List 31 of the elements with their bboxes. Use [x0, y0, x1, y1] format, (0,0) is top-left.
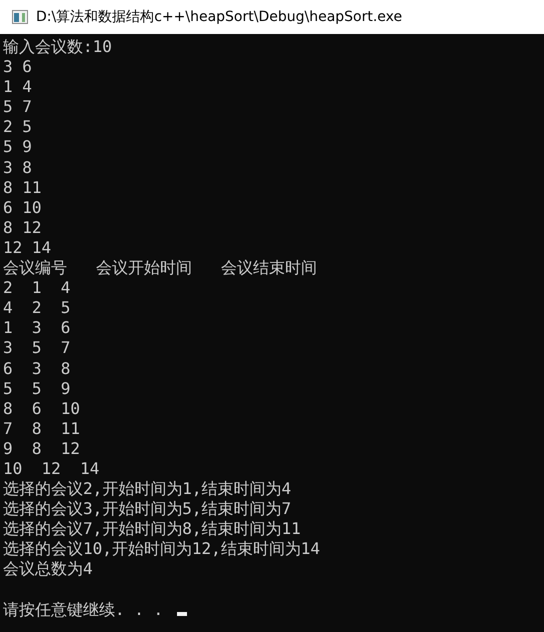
window-title: D:\算法和数据结构c++\heapSort\Debug\heapSort.exe [36, 8, 402, 26]
console-line: 8 11 [3, 178, 42, 198]
console-line: 2 1 4 [3, 278, 70, 298]
console-line: 9 8 12 [3, 438, 80, 459]
console-line: 选择的会议2,开始时间为1,结束时间为4 [3, 479, 292, 500]
console-line: 10 12 14 [3, 458, 100, 480]
console-line: 7 8 11 [3, 418, 80, 439]
cursor [176, 612, 187, 616]
console-line: 2 5 [3, 117, 32, 138]
console-prompt: 请按任意键继续. . . [3, 600, 164, 620]
console-line: 8 6 10 [3, 398, 80, 419]
console-line: 4 2 5 [3, 298, 70, 318]
console-line: 选择的会议3,开始时间为5,结束时间为7 [3, 499, 292, 520]
console-line: 3 8 [3, 158, 32, 178]
console-line: 3 5 7 [3, 338, 70, 358]
console-line: 12 14 [3, 238, 52, 258]
console-line: 3 6 [3, 57, 32, 78]
console-line: 会议总数为4 [3, 559, 93, 580]
console-line: 1 4 [3, 77, 32, 98]
console-line: 输入会议数:10 [3, 37, 112, 58]
console-line: 选择的会议7,开始时间为8,结束时间为11 [3, 519, 301, 540]
console-line: 会议编号 会议开始时间 会议结束时间 [3, 258, 317, 278]
console-line: 8 12 [3, 218, 42, 238]
console-line: 选择的会议10,开始时间为12,结束时间为14 [3, 539, 320, 560]
console-line: 1 3 6 [3, 318, 70, 338]
console-line: 6 3 8 [3, 358, 70, 379]
console-line: 5 9 [3, 137, 32, 158]
console-line: 5 5 9 [3, 378, 70, 399]
console-window-icon [12, 10, 28, 24]
console-line: 5 7 [3, 97, 32, 118]
console-line: 6 10 [3, 198, 42, 218]
